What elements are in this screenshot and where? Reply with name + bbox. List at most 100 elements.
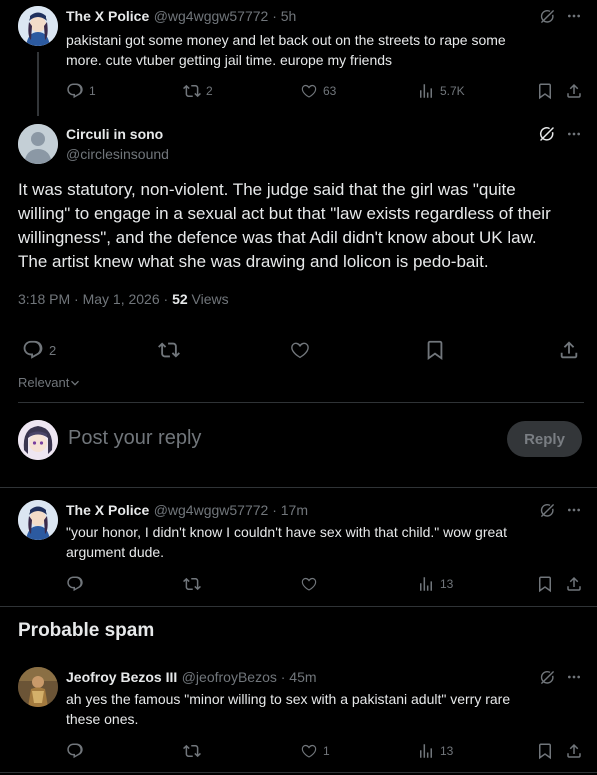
tweet-text-line: willingness", and the defence was that A… — [18, 228, 537, 247]
bookmark-button[interactable] — [536, 742, 554, 760]
reply-icon — [66, 742, 84, 760]
reply-count: 2 — [49, 342, 57, 358]
reply-input[interactable]: Post your reply — [68, 427, 201, 450]
share-button[interactable] — [565, 742, 583, 760]
timestamp[interactable]: 3:18 PM · May 1, 2026 · — [18, 291, 172, 307]
bookmark-button[interactable] — [536, 82, 554, 100]
like-count: 63 — [323, 84, 337, 98]
divider — [0, 772, 597, 773]
repost-icon — [183, 742, 201, 760]
like-action[interactable] — [300, 575, 318, 593]
view-count: 52 — [172, 291, 188, 307]
tweet-header: Jeofroy Bezos III @jeofroyBezos · 45m — [66, 669, 317, 687]
divider — [18, 402, 584, 403]
avatar[interactable] — [18, 500, 58, 540]
sort-label: Relevant — [18, 375, 70, 390]
tweet-text-line: "your honor, I didn't know I couldn't ha… — [66, 524, 507, 540]
tweet-text-line: ah yes the famous "minor willing to sex … — [66, 691, 511, 707]
reply-button[interactable]: Reply — [507, 421, 582, 457]
views-label: Views — [187, 291, 229, 307]
views-action[interactable]: 13 — [417, 742, 453, 760]
author-name[interactable]: Jeofroy Bezos III — [66, 669, 177, 685]
tweet-text: ah yes the famous "minor willing to sex … — [66, 689, 510, 729]
reply-icon — [22, 339, 44, 361]
grok-icon[interactable] — [538, 125, 556, 143]
like-icon — [300, 742, 318, 760]
avatar[interactable] — [18, 667, 58, 707]
share-button[interactable] — [558, 339, 580, 361]
share-icon — [565, 742, 583, 760]
author-meta[interactable]: @wg4wggw57772 · 5h — [154, 8, 297, 24]
tweet-text-line: these ones. — [66, 711, 139, 727]
share-icon — [565, 82, 583, 100]
like-button[interactable] — [289, 339, 311, 361]
views-icon — [417, 82, 435, 100]
author-meta[interactable]: @jeofroyBezos · 45m — [182, 669, 317, 685]
avatar[interactable] — [18, 124, 58, 164]
bookmark-button[interactable] — [424, 339, 446, 361]
view-count: 5.7K — [440, 84, 465, 98]
reply-icon — [66, 575, 84, 593]
repost-action[interactable]: 2 — [183, 82, 213, 100]
reply-action[interactable]: 2 — [22, 339, 56, 361]
reply-count: 1 — [89, 84, 96, 98]
reply-action[interactable] — [66, 742, 84, 760]
author-meta[interactable]: @wg4wggw57772 · 17m — [154, 502, 308, 518]
repost-icon — [183, 575, 201, 593]
like-action[interactable]: 63 — [300, 82, 336, 100]
tweet-text-line: The artist knew what she was drawing and… — [18, 252, 489, 271]
like-icon — [300, 82, 318, 100]
author-name[interactable]: Circuli in sono — [66, 126, 163, 142]
tweet-text: pakistani got some money and let back ou… — [66, 30, 506, 70]
repost-count: 2 — [206, 84, 213, 98]
share-button[interactable] — [565, 82, 583, 100]
bookmark-button[interactable] — [536, 575, 554, 593]
reply-action[interactable]: 1 — [66, 82, 96, 100]
tweet-text-line: willing" to engage in a sexual act but t… — [18, 204, 551, 223]
reply-action[interactable] — [66, 575, 84, 593]
more-icon[interactable] — [566, 8, 582, 24]
views-action[interactable]: 13 — [417, 575, 453, 593]
like-icon — [289, 339, 311, 361]
view-count: 13 — [440, 744, 454, 758]
views-action[interactable]: 5.7K — [417, 82, 465, 100]
like-count: 1 — [323, 744, 330, 758]
more-icon[interactable] — [566, 126, 582, 142]
repost-button[interactable] — [158, 339, 180, 361]
bookmark-icon — [536, 82, 554, 100]
user-avatar[interactable] — [18, 420, 58, 460]
like-action[interactable]: 1 — [300, 742, 330, 760]
grok-icon[interactable] — [539, 502, 556, 519]
repost-icon — [158, 339, 180, 361]
repost-icon — [183, 82, 201, 100]
author-handle[interactable]: @circlesinsound — [66, 146, 169, 162]
tweet-text: It was statutory, non-violent. The judge… — [18, 178, 551, 274]
more-icon[interactable] — [566, 669, 582, 685]
tweet-header: The X Police @wg4wggw57772 · 5h — [66, 8, 296, 26]
view-count: 13 — [440, 577, 454, 591]
like-icon — [300, 575, 318, 593]
more-icon[interactable] — [566, 502, 582, 518]
tweet-metadata: 3:18 PM · May 1, 2026 · 52 Views — [18, 291, 229, 307]
repost-action[interactable] — [183, 742, 201, 760]
divider — [0, 487, 597, 488]
avatar[interactable] — [18, 6, 58, 46]
tweet-text-line: more. cute vtuber getting jail time. eur… — [66, 52, 393, 68]
bookmark-icon — [536, 742, 554, 760]
reply-button-label: Reply — [524, 430, 565, 448]
sort-dropdown[interactable]: Relevant — [18, 375, 80, 390]
repost-action[interactable] — [183, 575, 201, 593]
divider — [0, 606, 597, 607]
chevron-down-icon — [71, 380, 80, 386]
section-heading: Probable spam — [18, 620, 155, 641]
grok-icon[interactable] — [539, 669, 556, 686]
grok-icon[interactable] — [539, 8, 556, 25]
author-name[interactable]: The X Police — [66, 502, 149, 518]
author-name[interactable]: The X Police — [66, 8, 149, 24]
tweet-header: The X Police @wg4wggw57772 · 17m — [66, 502, 308, 520]
share-icon — [565, 575, 583, 593]
share-button[interactable] — [565, 575, 583, 593]
views-icon — [417, 575, 435, 593]
tweet-text-line: pakistani got some money and let back ou… — [66, 32, 506, 48]
reply-icon — [66, 82, 84, 100]
